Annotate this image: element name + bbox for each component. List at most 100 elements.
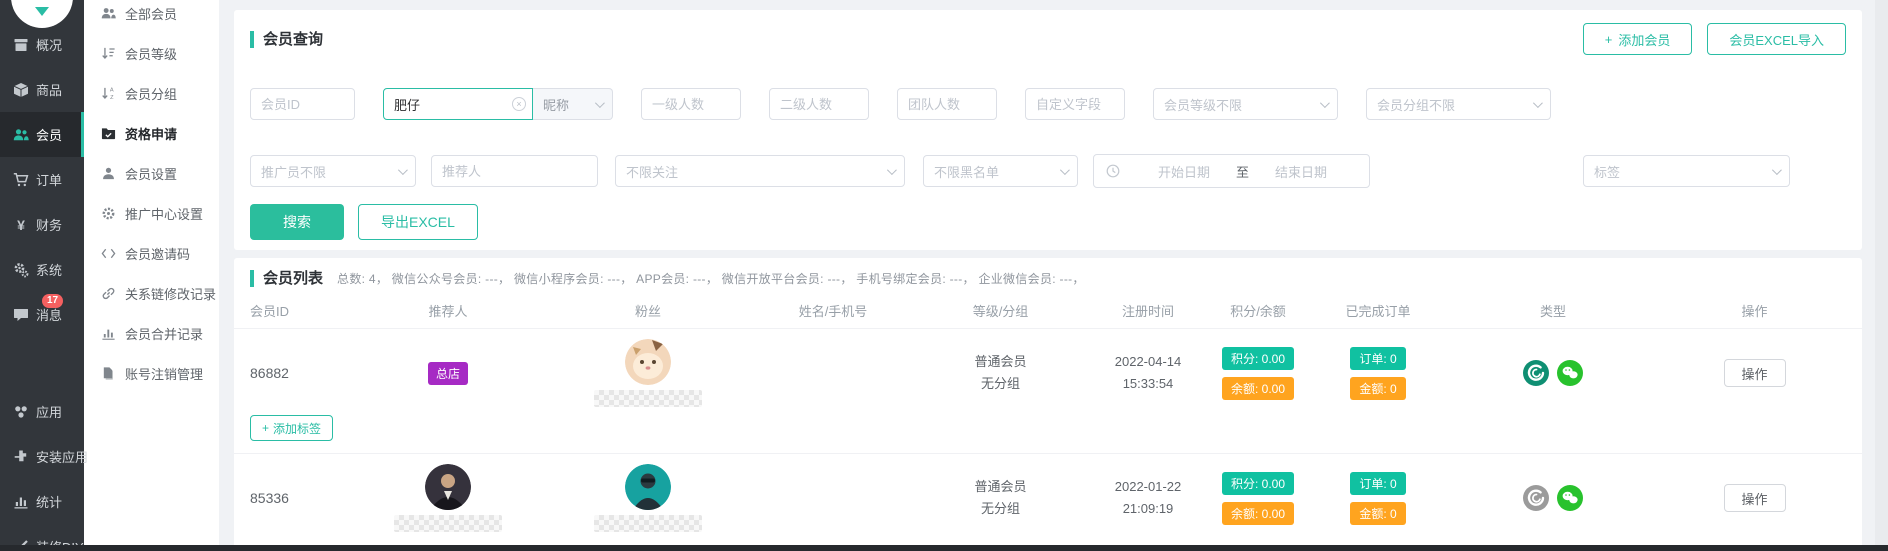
- sidebar-item-orders[interactable]: 订单: [0, 157, 84, 202]
- sidebar-item-goods[interactable]: 商品: [0, 67, 84, 112]
- apps-icon: [13, 404, 29, 420]
- custom-field-input[interactable]: [1025, 88, 1125, 120]
- member-row: 86882 总店: [234, 329, 1862, 411]
- member-level-value: 会员等级不限: [1164, 95, 1242, 114]
- row-action-button[interactable]: 操作: [1724, 484, 1786, 512]
- orders-badge: 订单: 0: [1350, 472, 1405, 495]
- search-button[interactable]: 搜索: [250, 204, 344, 240]
- column-header-level-group: 等级/分组: [973, 301, 1029, 320]
- fan-avatar[interactable]: [625, 464, 671, 510]
- submenu-item-file[interactable]: 账号注销管理: [84, 353, 219, 393]
- balance-badge: 余额: 0.00: [1222, 502, 1294, 525]
- promoter-value: 推广员不限: [261, 162, 326, 181]
- users-icon: [101, 6, 116, 21]
- column-header-referrer: 推荐人: [428, 301, 467, 320]
- keyword-type-select[interactable]: 昵称: [533, 88, 613, 120]
- member-list-card: 会员列表 总数: 4， 微信公众号会员: ---， 微信小程序会员: ---， …: [234, 258, 1862, 551]
- member-id-input[interactable]: [250, 88, 355, 120]
- sidebar-item-finance[interactable]: ¥财务: [0, 202, 84, 247]
- member-query-card: 会员查询 + 添加会员 会员EXCEL导入 ×: [234, 10, 1862, 250]
- referrer-avatar-image: [425, 464, 471, 510]
- column-header-register-time: 注册时间: [1122, 301, 1174, 320]
- promoter-select[interactable]: 推广员不限: [250, 155, 416, 187]
- plus-icon: +: [262, 421, 269, 435]
- excel-import-button[interactable]: 会员EXCEL导入: [1707, 23, 1846, 55]
- level1-count-input[interactable]: [641, 88, 741, 120]
- row-action-button[interactable]: 操作: [1724, 359, 1786, 387]
- level2-count-input[interactable]: [769, 88, 869, 120]
- points-balance-cell: 积分: 0.00 余额: 0.00: [1222, 347, 1294, 400]
- filter-row-1: × 昵称 会员等级不限: [234, 88, 1862, 120]
- add-member-button[interactable]: + 添加会员: [1583, 23, 1693, 55]
- finance-icon: ¥: [13, 217, 29, 233]
- member-submenu: 全部会员会员等级 AZ 会员分组资格申请会员设置推广中心设置会员邀请码关系链修改记录…: [84, 0, 219, 551]
- sidebar-item-install[interactable]: 安装应用: [0, 434, 84, 479]
- system-icon: [13, 262, 29, 278]
- column-header-fans: 粉丝: [635, 301, 661, 320]
- member-group-select[interactable]: 会员分组不限: [1366, 88, 1551, 120]
- register-date-range-picker[interactable]: 开始日期 至 结束日期: [1093, 154, 1370, 188]
- chevron-down-icon: [1060, 165, 1070, 175]
- chevron-down-icon: [1772, 165, 1782, 175]
- open-platform-icon: [1523, 360, 1549, 386]
- orders-icon: [13, 172, 29, 188]
- query-card-header: 会员查询 + 添加会员 会员EXCEL导入: [234, 10, 1862, 64]
- fan-cell: [594, 339, 702, 407]
- submenu-item-sort-group[interactable]: AZ 会员分组: [84, 73, 219, 113]
- submenu-item-users[interactable]: 全部会员: [84, 0, 219, 33]
- follow-select[interactable]: 不限关注: [615, 155, 905, 187]
- referrer-input[interactable]: [431, 155, 598, 187]
- sidebar-item-system[interactable]: 系统: [0, 247, 84, 292]
- submenu-item-gear[interactable]: 推广中心设置: [84, 193, 219, 233]
- submenu-item-label: 会员分组: [125, 84, 177, 103]
- sidebar-item-message[interactable]: 消息17: [0, 292, 84, 337]
- export-excel-button[interactable]: 导出EXCEL: [358, 204, 478, 240]
- keyword-input[interactable]: [383, 88, 533, 120]
- add-tag-button[interactable]: + 添加标签: [250, 415, 333, 441]
- keyword-type-value: 昵称: [543, 95, 569, 114]
- member-group-value: 会员分组不限: [1377, 95, 1455, 114]
- member-level-select[interactable]: 会员等级不限: [1153, 88, 1338, 120]
- query-title: 会员查询: [250, 31, 323, 48]
- message-count-badge: 17: [42, 294, 63, 308]
- column-header-actions: 操作: [1741, 301, 1767, 320]
- submenu-item-code[interactable]: 会员邀请码: [84, 233, 219, 273]
- chart-icon: [101, 326, 116, 341]
- fan-avatar[interactable]: [625, 339, 671, 385]
- team-count-input[interactable]: [897, 88, 997, 120]
- submenu-item-label: 资格申请: [125, 124, 177, 143]
- member-admin-screen: 概况商品会员订单¥财务系统消息17应用安装应用统计装修DIY 全部会员会员等级A…: [0, 0, 1888, 551]
- submenu-item-label: 账号注销管理: [125, 364, 203, 383]
- submenu-item-label: 推广中心设置: [125, 204, 203, 223]
- tag-select[interactable]: 标签: [1583, 155, 1790, 187]
- submenu-item-link[interactable]: 关系链修改记录: [84, 273, 219, 313]
- submenu-item-label: 关系链修改记录: [125, 284, 216, 303]
- referrer-avatar[interactable]: [425, 464, 471, 510]
- sidebar-item-apps[interactable]: 应用: [0, 389, 84, 434]
- sidebar-item-label: 订单: [36, 170, 62, 189]
- sidebar-item-stats[interactable]: 统计: [0, 479, 84, 524]
- blacklist-select[interactable]: 不限黑名单: [923, 155, 1078, 187]
- submenu-item-chart[interactable]: 会员合并记录: [84, 313, 219, 353]
- tag-row: + 添加标签: [234, 411, 1862, 453]
- orders-amount-cell: 订单: 0 金额: 0: [1350, 347, 1405, 400]
- register-date: 2022-04-14: [1115, 351, 1182, 373]
- sidebar-item-members[interactable]: 会员: [0, 112, 84, 157]
- submenu-item-sort-level[interactable]: 会员等级: [84, 33, 219, 73]
- register-time: 21:09:19: [1115, 498, 1182, 520]
- svg-text:¥: ¥: [17, 217, 25, 233]
- column-header-member-id: 会员ID: [250, 301, 289, 320]
- clear-keyword-icon[interactable]: ×: [512, 97, 526, 111]
- submenu-item-user[interactable]: 会员设置: [84, 153, 219, 193]
- members-icon: [13, 127, 29, 143]
- balance-badge: 余额: 0.00: [1222, 377, 1294, 400]
- submenu-item-folder-check[interactable]: 资格申请: [84, 113, 219, 153]
- add-member-label: 添加会员: [1618, 30, 1670, 49]
- amount-badge: 金额: 0: [1350, 377, 1405, 400]
- folder-check-icon: [101, 126, 116, 141]
- submenu-item-label: 会员合并记录: [125, 324, 203, 343]
- sidebar-item-overview[interactable]: 概况: [0, 22, 84, 67]
- scrollbar-track[interactable]: [1875, 0, 1888, 551]
- chevron-down-icon: [1533, 98, 1543, 108]
- sort-group-icon: AZ: [101, 86, 116, 101]
